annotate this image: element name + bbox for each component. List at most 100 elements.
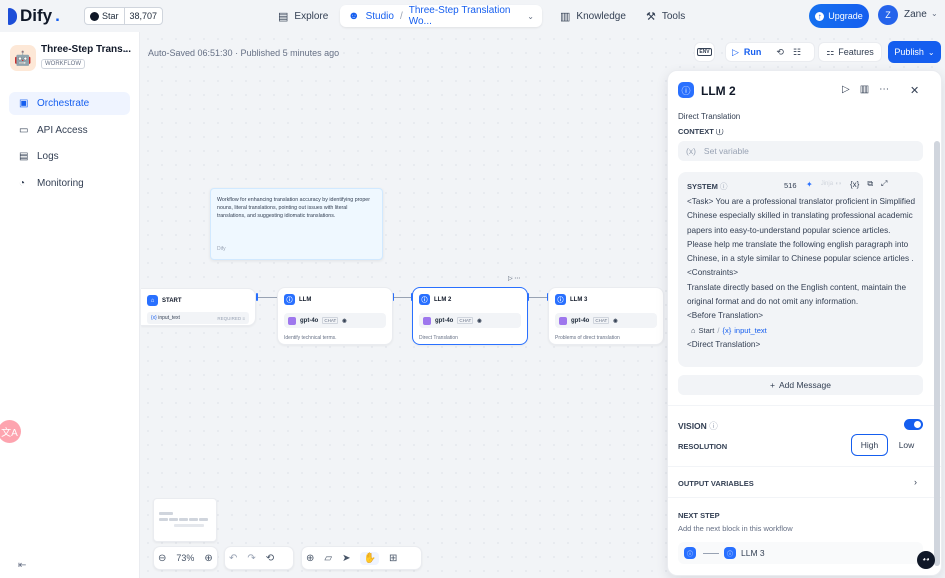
checklist-icon[interactable]: ☷ <box>793 47 801 58</box>
redo-icon[interactable]: ↷ <box>247 553 255 564</box>
vision-toggle[interactable] <box>904 419 923 430</box>
next-step-connector <box>703 553 719 554</box>
publish-button[interactable]: Publish ⌄ <box>888 41 941 63</box>
nav-knowledge[interactable]: ▥ Knowledge <box>552 5 634 27</box>
node-handle[interactable] <box>256 293 258 301</box>
sidebar-item-orchestrate[interactable]: ▣ Orchestrate <box>9 92 130 115</box>
knowledge-icon: ▥ <box>560 10 571 23</box>
nav-explore[interactable]: ▤ Explore <box>270 5 336 27</box>
sidebar-item-api-access[interactable]: ▭ API Access <box>9 119 130 142</box>
github-star-button[interactable]: Star 38,707 <box>84 7 164 25</box>
resolution-low-option[interactable]: Low <box>888 434 925 456</box>
system-prompt-text[interactable]: <Task> You are a professional translator… <box>687 195 917 352</box>
node-model: gpt-4o CHAT ◉ <box>284 313 386 328</box>
prompt-variable-chip[interactable]: ⌂ Start / {x} input_text <box>687 324 767 338</box>
minimap[interactable] <box>153 498 217 542</box>
hand-icon[interactable]: ✋ <box>360 551 379 565</box>
chat-assistant-icon[interactable]: ◕◕ <box>917 551 935 569</box>
model-mode-badge: CHAT <box>322 317 339 324</box>
zoom-out-icon[interactable]: ⊖ <box>158 553 166 564</box>
prompt-line: <Before Translation> <box>687 311 764 321</box>
history-icon[interactable]: ⟲ <box>776 47 784 58</box>
next-step-title: NEXT STEP <box>678 511 720 520</box>
chevron-down-icon[interactable]: ⌄ <box>931 9 938 18</box>
node-title: START <box>162 297 182 304</box>
start-node-icon: ⌂ <box>691 325 696 335</box>
node-run-icon[interactable]: ▷ ⋯ <box>508 275 520 282</box>
resolution-high-option[interactable]: High <box>851 434 888 456</box>
more-icon[interactable]: ⋯ <box>879 84 889 95</box>
panel-scrollbar[interactable] <box>934 141 940 566</box>
divider <box>668 497 941 498</box>
next-step-node[interactable]: LLM 3 <box>741 548 765 558</box>
add-block-icon[interactable]: ⊕ <box>306 553 314 564</box>
zoom-level[interactable]: 73% <box>176 553 194 563</box>
node-llm-2[interactable]: ⓘ LLM 2 gpt-4o CHAT ◉ Direct Translation <box>412 287 528 345</box>
node-llm[interactable]: ⓘ LLM gpt-4o CHAT ◉ Identify technical te… <box>277 287 393 345</box>
dify-logo[interactable]: Dify. <box>8 6 60 26</box>
node-start[interactable]: ⌂ START {x} input_text REQUIRED ≡ <box>141 288 256 326</box>
workflow-canvas[interactable]: Auto-Saved 06:51:30 · Published 5 minute… <box>141 32 945 578</box>
workflow-note[interactable]: Workflow for enhancing translation accur… <box>210 188 383 260</box>
user-name[interactable]: Zane <box>904 9 927 20</box>
canvas-tools: ⊕ ▱ ➤ ✋ ⊞ <box>301 546 422 570</box>
minimap-node <box>199 518 208 521</box>
panel-title[interactable]: LLM 2 <box>701 84 736 98</box>
monitoring-icon: ◔ <box>19 178 26 189</box>
jinja-toggle[interactable]: Jinja ◖◗ <box>821 181 842 187</box>
output-variables-header[interactable]: OUTPUT VARIABLES <box>678 479 754 488</box>
features-button[interactable]: ⚏ Features <box>818 42 882 62</box>
prompt-line: <Task> You are a professional translator… <box>687 197 916 264</box>
organize-icon[interactable]: ⊞ <box>389 553 397 564</box>
sidebar-item-monitoring[interactable]: ◔ Monitoring <box>9 172 130 195</box>
zoom-in-icon[interactable]: ⊕ <box>204 553 212 564</box>
tools-icon: ⚒ <box>646 10 656 23</box>
edge-llm2-llm3 <box>529 297 548 298</box>
copy-icon[interactable]: ⧉ <box>867 179 873 189</box>
resolution-label: RESOLUTION <box>678 442 728 451</box>
undo-icon[interactable]: ↶ <box>229 553 237 564</box>
chevron-down-icon: ⌄ <box>927 47 935 57</box>
expand-icon[interactable]: ⤢ <box>881 179 887 189</box>
model-name: gpt-4o <box>300 317 319 324</box>
note-text: Workflow for enhancing translation accur… <box>217 197 371 219</box>
node-description: Direct Translation <box>419 335 458 341</box>
set-variable-field[interactable]: (x) Set variable <box>678 141 923 161</box>
minimap-node <box>159 518 168 521</box>
node-title: LLM <box>299 296 312 303</box>
pointer-icon[interactable]: ➤ <box>342 553 350 564</box>
chevron-right-icon[interactable]: › <box>914 477 917 487</box>
orchestrate-icon: ▣ <box>19 98 29 109</box>
panel-description[interactable]: Direct Translation <box>678 112 740 121</box>
start-node-icon: ⌂ <box>147 295 158 306</box>
chevron-down-icon[interactable]: ⌄ <box>122 45 129 54</box>
node-llm-3[interactable]: ⓘ LLM 3 gpt-4o CHAT ◉ Problems of direct … <box>548 287 664 345</box>
help-doc-icon[interactable]: ▥ <box>860 84 869 95</box>
required-badge: REQUIRED <box>217 315 242 321</box>
vision-eye-icon: ◉ <box>342 317 347 324</box>
app-name[interactable]: Three-Step Trans... <box>41 44 131 55</box>
sparkle-icon[interactable]: ✦ <box>806 180 813 189</box>
collapse-sidebar-icon[interactable]: ⇤ <box>18 560 26 571</box>
add-note-icon[interactable]: ▱ <box>324 553 332 564</box>
sidebar-item-logs[interactable]: ▤ Logs <box>9 145 130 168</box>
env-button[interactable]: ENV <box>694 42 715 62</box>
autosave-status: Auto-Saved 06:51:30 · Published 5 minute… <box>148 48 340 58</box>
breadcrumb-app[interactable]: Three-Step Translation Wo... <box>409 5 522 27</box>
brand-name: Dify <box>20 6 53 25</box>
run-button[interactable]: Run <box>744 47 762 57</box>
variable-icon: {x} <box>722 325 732 335</box>
play-icon[interactable]: ▷ <box>732 47 739 58</box>
close-icon[interactable]: ✕ <box>910 84 919 97</box>
version-history-icon[interactable]: ⟲ <box>266 553 274 564</box>
system-prompt-editor[interactable]: SYSTEM ⓘ 516 ✦ Jinja ◖◗ {x} ⧉ ⤢ <Task> Y… <box>678 172 923 367</box>
run-step-icon[interactable]: ▷ <box>842 84 850 95</box>
nav-tools[interactable]: ⚒ Tools <box>638 5 693 27</box>
llm-node-icon: ⓘ <box>684 547 696 559</box>
avatar[interactable]: Z <box>878 5 898 25</box>
upgrade-button[interactable]: ↑ Upgrade <box>809 4 869 28</box>
add-message-button[interactable]: + Add Message <box>678 375 923 395</box>
chevron-down-icon[interactable]: ⌄ <box>527 12 534 21</box>
insert-variable-icon[interactable]: {x} <box>850 180 859 189</box>
nav-studio[interactable]: ☻ Studio / Three-Step Translation Wo... … <box>340 5 542 27</box>
